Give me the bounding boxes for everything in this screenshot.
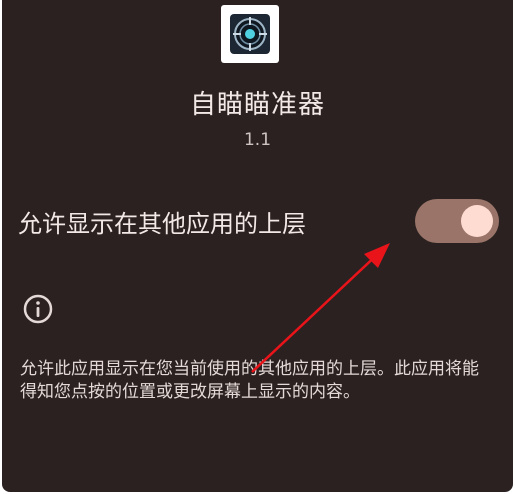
- overlay-permission-row[interactable]: 允许显示在其他应用的上层: [18, 192, 499, 250]
- info-icon: [22, 293, 54, 325]
- app-version: 1.1: [243, 130, 272, 150]
- app-name: 自瞄瞄准器: [189, 90, 325, 120]
- overlay-permission-toggle[interactable]: [415, 199, 499, 243]
- permission-screen: 自瞄瞄准器 1.1 允许显示在其他应用的上层 允许此应用显示在您当前使用的其他应…: [2, 0, 513, 492]
- permission-description: 允许此应用显示在您当前使用的其他应用的上层。此应用将能得知您点按的位置或更改屏幕…: [20, 359, 479, 402]
- overlay-permission-label: 允许显示在其他应用的上层: [18, 209, 306, 238]
- toggle-thumb: [461, 205, 493, 237]
- app-icon: [221, 5, 279, 63]
- crosshair-scope-icon: [230, 14, 270, 54]
